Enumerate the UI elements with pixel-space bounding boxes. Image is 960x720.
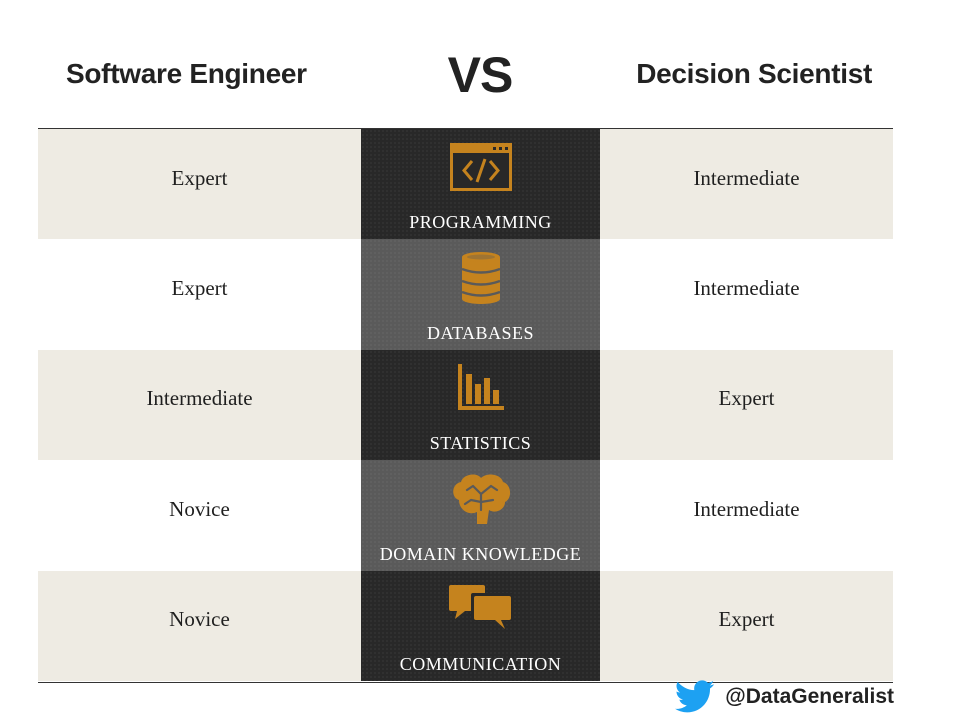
skill-cell: STATISTICS (361, 349, 600, 461)
versus-label: VS (447, 47, 514, 103)
software-engineer-level: Intermediate (38, 349, 361, 461)
decision-scientist-level: Intermediate (600, 239, 893, 350)
skill-label: STATISTICS (429, 433, 532, 454)
decision-scientist-level: Expert (600, 349, 893, 461)
table-row: Expert PROGRAMMING Intermediate (38, 129, 893, 240)
bar-chart-icon (457, 363, 504, 410)
chat-bubbles-icon (448, 584, 513, 629)
decision-scientist-level: Expert (600, 570, 893, 681)
skill-label: PROGRAMMING (409, 212, 552, 233)
decision-scientist-level: Intermediate (600, 460, 893, 571)
left-role-title: Software Engineer (66, 58, 307, 89)
decision-scientist-level: Intermediate (600, 129, 893, 240)
skill-label: DOMAIN KNOWLEDGE (379, 543, 582, 564)
software-engineer-level: Expert (38, 129, 361, 240)
twitter-bird-icon (675, 680, 715, 713)
software-engineer-level: Expert (38, 239, 361, 350)
twitter-credit: @DataGeneralist (675, 680, 894, 714)
brain-icon (452, 474, 510, 525)
skill-cell: DATABASES (361, 239, 600, 350)
code-window-icon (449, 143, 512, 191)
table-row: Expert DATABASES Intermediate (38, 239, 893, 350)
skill-label: COMMUNICATION (399, 653, 562, 674)
skill-cell: DOMAIN KNOWLEDGE (361, 460, 600, 571)
right-role-title: Decision Scientist (636, 58, 872, 89)
table-row: Novice COMMUNICATION Expert (38, 570, 893, 681)
table-row: Novice DOMAIN KNOWLEDGE Intermediate (38, 460, 893, 571)
skill-cell: COMMUNICATION (361, 570, 600, 681)
skill-label: DATABASES (426, 322, 535, 343)
skill-cell: PROGRAMMING (361, 129, 600, 240)
comparison-header: Software Engineer VS Decision Scientist (0, 0, 960, 128)
software-engineer-level: Novice (38, 570, 361, 681)
twitter-handle[interactable]: @DataGeneralist (725, 685, 894, 709)
software-engineer-level: Novice (38, 460, 361, 571)
skills-comparison-table: Expert PROGRAMMING Intermediate Expert D… (38, 128, 893, 683)
table-row: Intermediate STATISTICS Expert (38, 349, 893, 461)
database-icon (461, 252, 500, 305)
